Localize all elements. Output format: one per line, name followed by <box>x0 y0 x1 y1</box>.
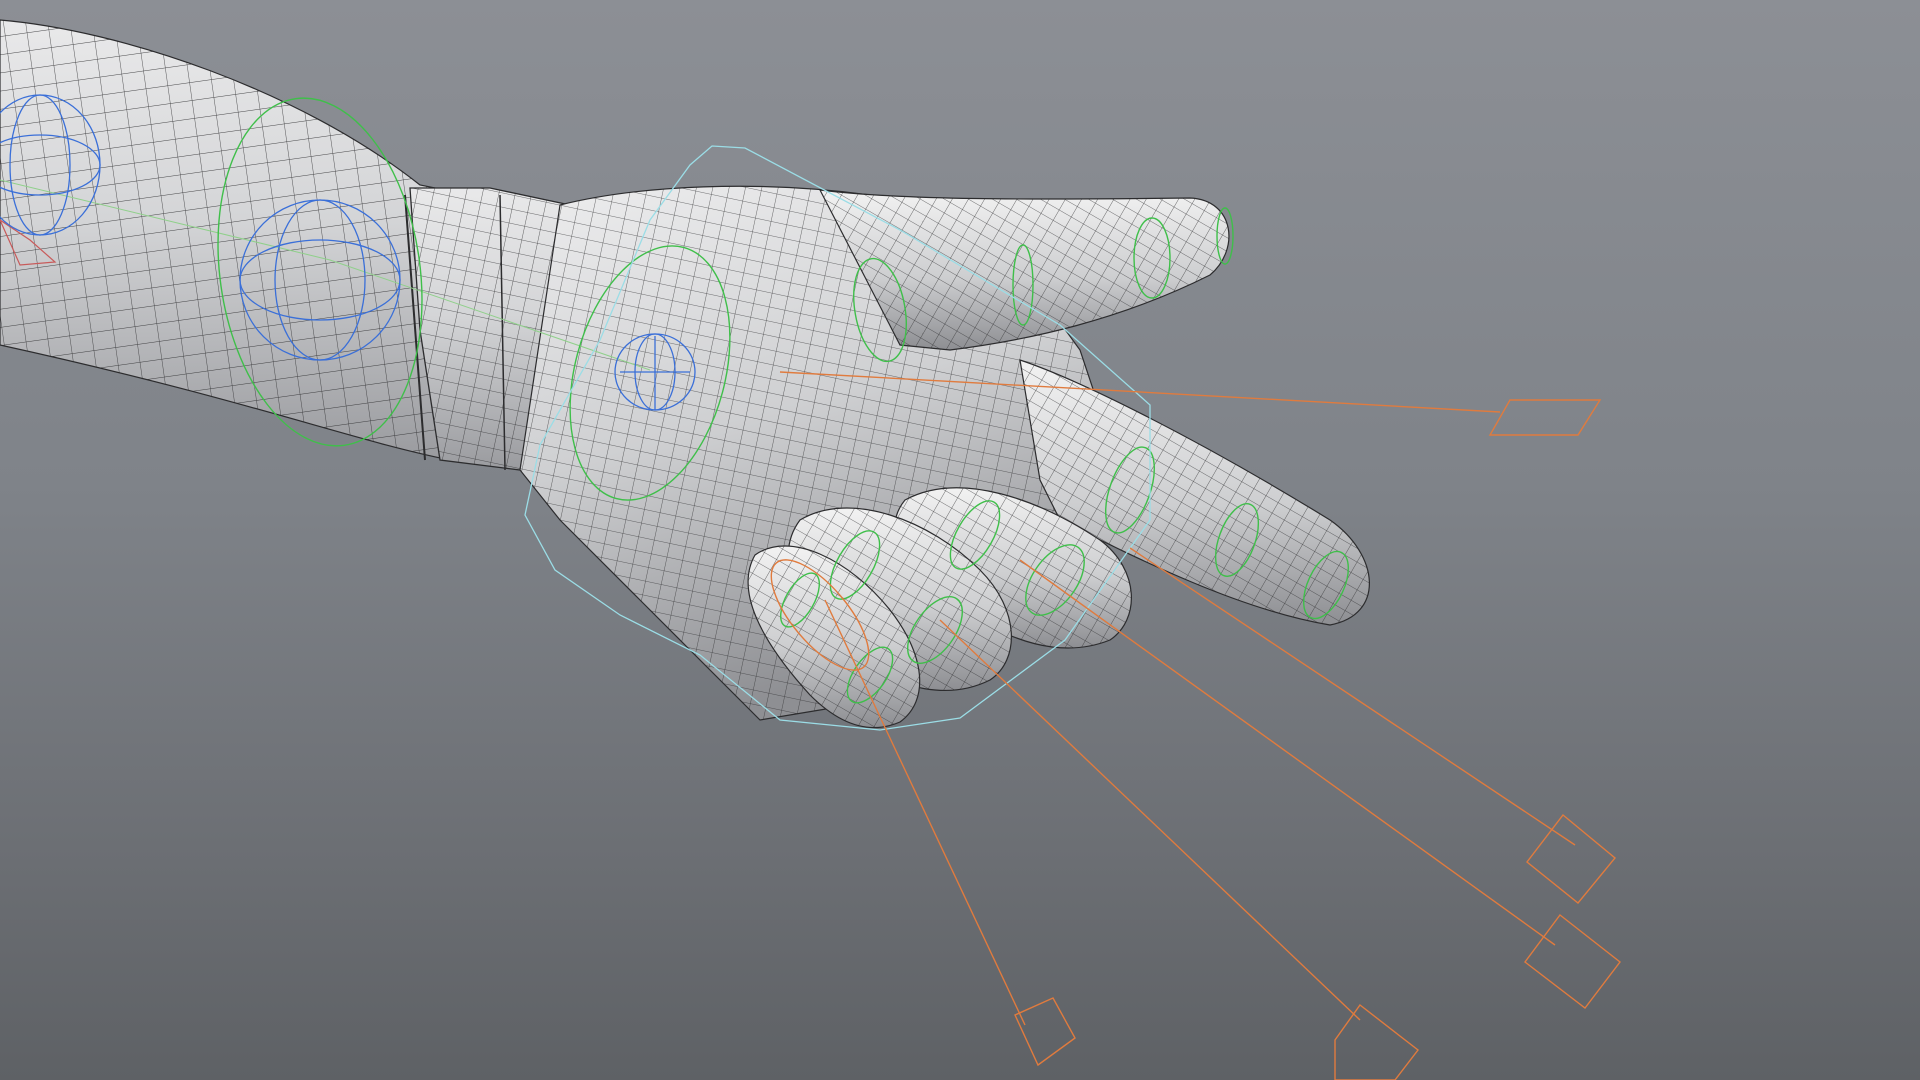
ik-ring-control[interactable] <box>939 619 1419 1080</box>
forearm-mesh[interactable] <box>0 19 456 461</box>
viewport-scene[interactable] <box>0 0 1920 1080</box>
3d-viewport[interactable] <box>0 0 1920 1080</box>
hand-joint[interactable] <box>614 333 696 411</box>
ik-index-control[interactable] <box>1129 547 1616 904</box>
